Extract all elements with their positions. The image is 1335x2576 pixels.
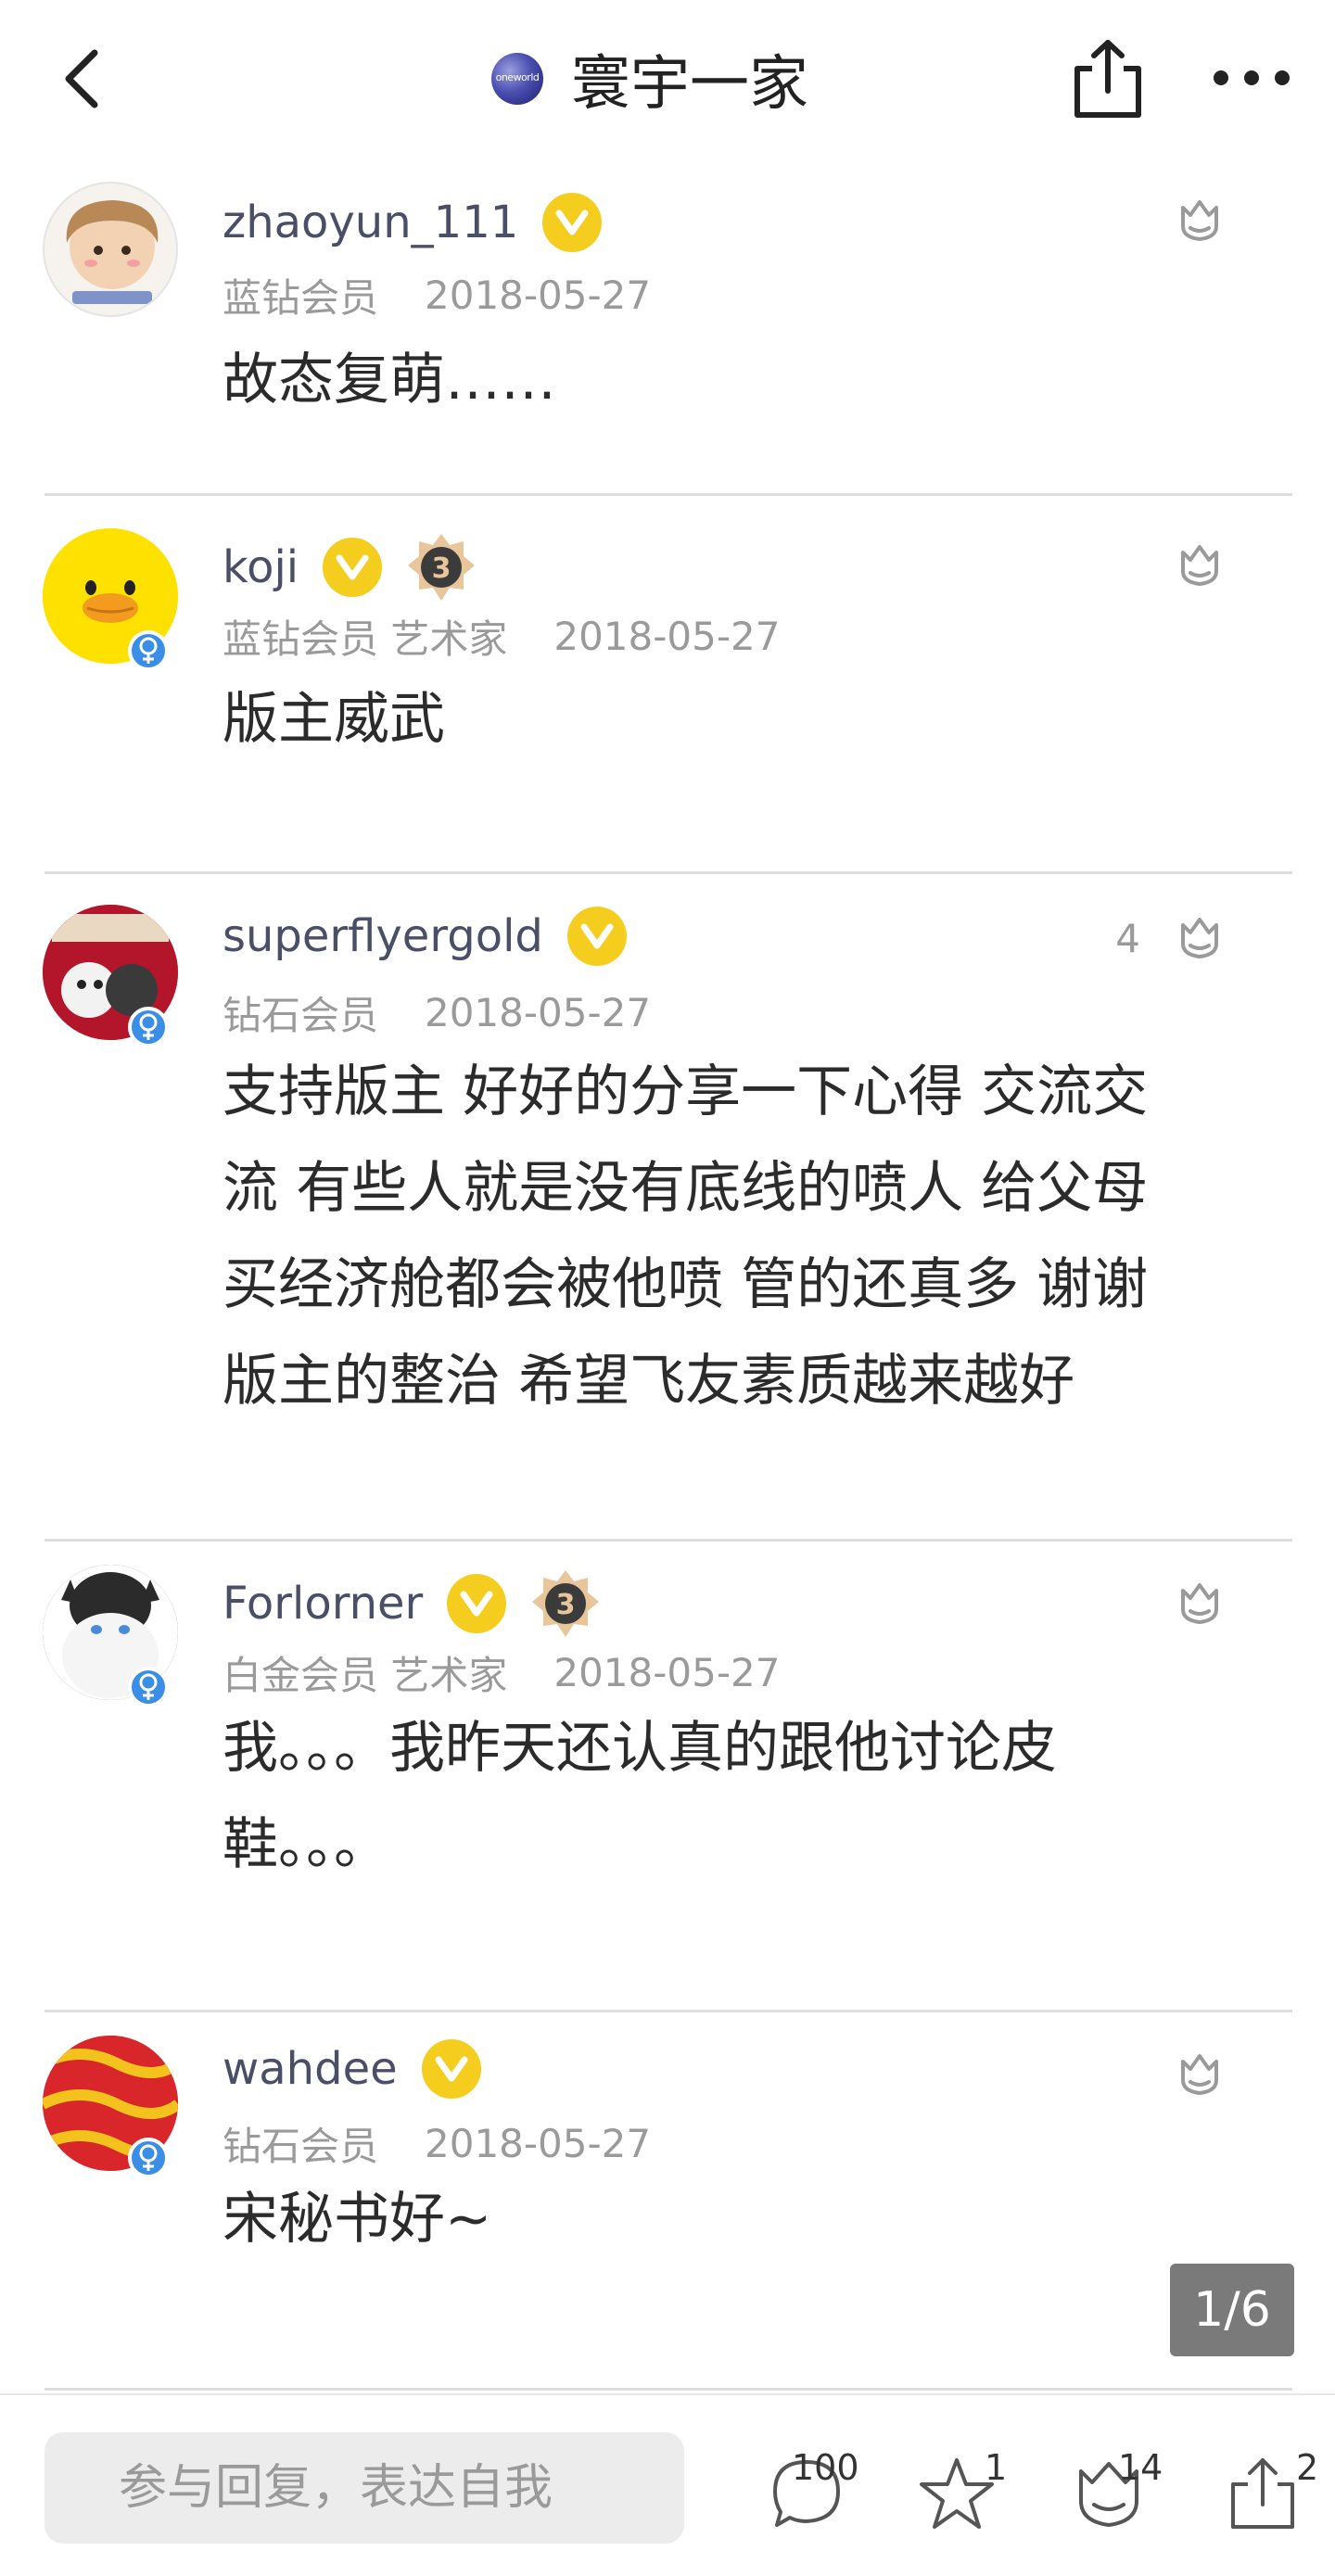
comment-date: 2018-05-27 [553,614,781,659]
share-button[interactable] [1064,35,1151,122]
comment-item: superflyergold 钻石会员 2018-05-27 支持版主 好好的分… [0,875,1335,1542]
more-icon [1214,70,1290,85]
comment-text: 故态复萌…… [222,332,1224,428]
username[interactable]: koji [222,541,299,593]
page-title: 寰宇一家 [571,50,808,119]
comment-date: 2018-05-27 [425,273,652,318]
level-badge-icon: 3 [530,1568,601,1639]
like-post-button[interactable]: 14 [1070,2447,1172,2540]
level-badge-icon: 3 [406,532,477,603]
member-level: 白金会员 艺术家 [222,1653,508,1698]
comment-date: 2018-05-27 [425,2121,652,2166]
reply-input[interactable] [44,2432,684,2544]
divider [44,2388,1292,2391]
comment-line: 鞋。。。 [222,1812,389,1877]
verified-badge-icon [542,193,603,252]
comment-line: 宋秘书好~ [222,2187,492,2252]
favorites-count: 1 [985,2447,1008,2488]
female-gender-icon [128,1007,169,1047]
more-button[interactable] [1210,57,1293,98]
top-nav-bar: oneworld 寰宇一家 [0,0,1335,158]
divider [44,493,1292,496]
username[interactable]: zhaoyun_111 [222,197,518,248]
comment-text: 我。。。我昨天还认真的跟他讨论皮 鞋。。。 [222,1700,1224,1893]
like-icon [1181,2054,1218,2095]
back-icon [65,49,98,108]
member-level: 蓝钻会员 [222,275,379,321]
like-button[interactable] [1174,1578,1226,1630]
like-count: 4 [1115,915,1140,961]
comment-text: 支持版主 好好的分享一下心得 交流交 流 有些人就是没有底线的喷人 给父母 买经… [222,1044,1224,1429]
verified-badge-icon [566,907,627,966]
shares-count: 2 [1296,2447,1319,2488]
share-icon [1074,40,1141,118]
member-level: 钻石会员 [222,2124,379,2169]
member-level: 蓝钻会员 艺术家 [222,616,508,662]
username[interactable]: wahdee [222,2043,398,2095]
like-icon [1181,1583,1218,1624]
username[interactable]: superflyergold [222,910,543,962]
like-button[interactable] [1174,195,1226,247]
forum-title: oneworld 寰宇一家 [491,37,808,121]
comment-item: koji 3 蓝钻会员 艺术家 2018-05-27 版主威武 [0,499,1335,875]
comment-line: 买经济舱都会被他喷 管的还真多 谢谢 [222,1252,1149,1317]
verified-badge-icon [421,2039,481,2099]
divider [44,871,1292,874]
like-button[interactable] [1174,539,1226,591]
comments-button[interactable]: 100 [768,2447,870,2540]
comment-item: zhaoyun_111 蓝钻会员 2018-05-27 故态复萌…… [0,158,1335,497]
page-indicator[interactable]: 1/6 [1170,2264,1294,2356]
comment-line: 流 有些人就是没有底线的喷人 给父母 [222,1156,1149,1221]
like-button[interactable] [1174,2049,1226,2100]
comment-line: 我。。。我昨天还认真的跟他讨论皮 [222,1716,1057,1781]
comment-text: 版主威武 [222,671,1224,768]
comment-text: 宋秘书好~ [222,2171,1224,2267]
avatar[interactable] [43,182,178,317]
back-button[interactable] [54,42,109,116]
member-level: 钻石会员 [222,993,379,1038]
comment-item: Forlorner 3 白金会员 艺术家 2018-05-27 我。。。我昨天还… [0,1541,1335,2013]
comment-line: 故态复萌…… [222,348,556,412]
like-button[interactable]: 4 [1115,912,1226,964]
comment-date: 2018-05-27 [553,1650,781,1695]
comment-date: 2018-05-27 [425,990,652,1035]
comment-line: 版主威武 [222,687,445,752]
like-icon [1181,200,1218,241]
share-post-button[interactable]: 2 [1224,2447,1326,2540]
comment-line: 支持版主 好好的分享一下心得 交流交 [222,1060,1149,1124]
comment-item: wahdee 钻石会员 2018-05-27 宋秘书好~ [0,2011,1335,2392]
svg-text:3: 3 [432,552,451,585]
female-gender-icon [128,1667,169,1707]
oneworld-logo: oneworld [491,53,543,105]
female-gender-icon [128,630,169,671]
favorite-button[interactable]: 1 [918,2447,1020,2540]
svg-text:3: 3 [556,1589,576,1621]
share-icon [1231,2458,1294,2529]
like-icon [1181,918,1218,958]
female-gender-icon [128,2138,169,2178]
like-icon [1181,545,1218,586]
comment-line: 版主的整治 希望飞友素质越来越好 [222,1349,1075,1414]
username[interactable]: Forlorner [222,1578,423,1630]
likes-count: 14 [1118,2447,1163,2488]
comments-count: 100 [792,2447,859,2488]
verified-badge-icon [447,1574,507,1633]
verified-badge-icon [323,538,383,597]
bottom-action-bar: 100 1 14 2 [0,2393,1335,2576]
